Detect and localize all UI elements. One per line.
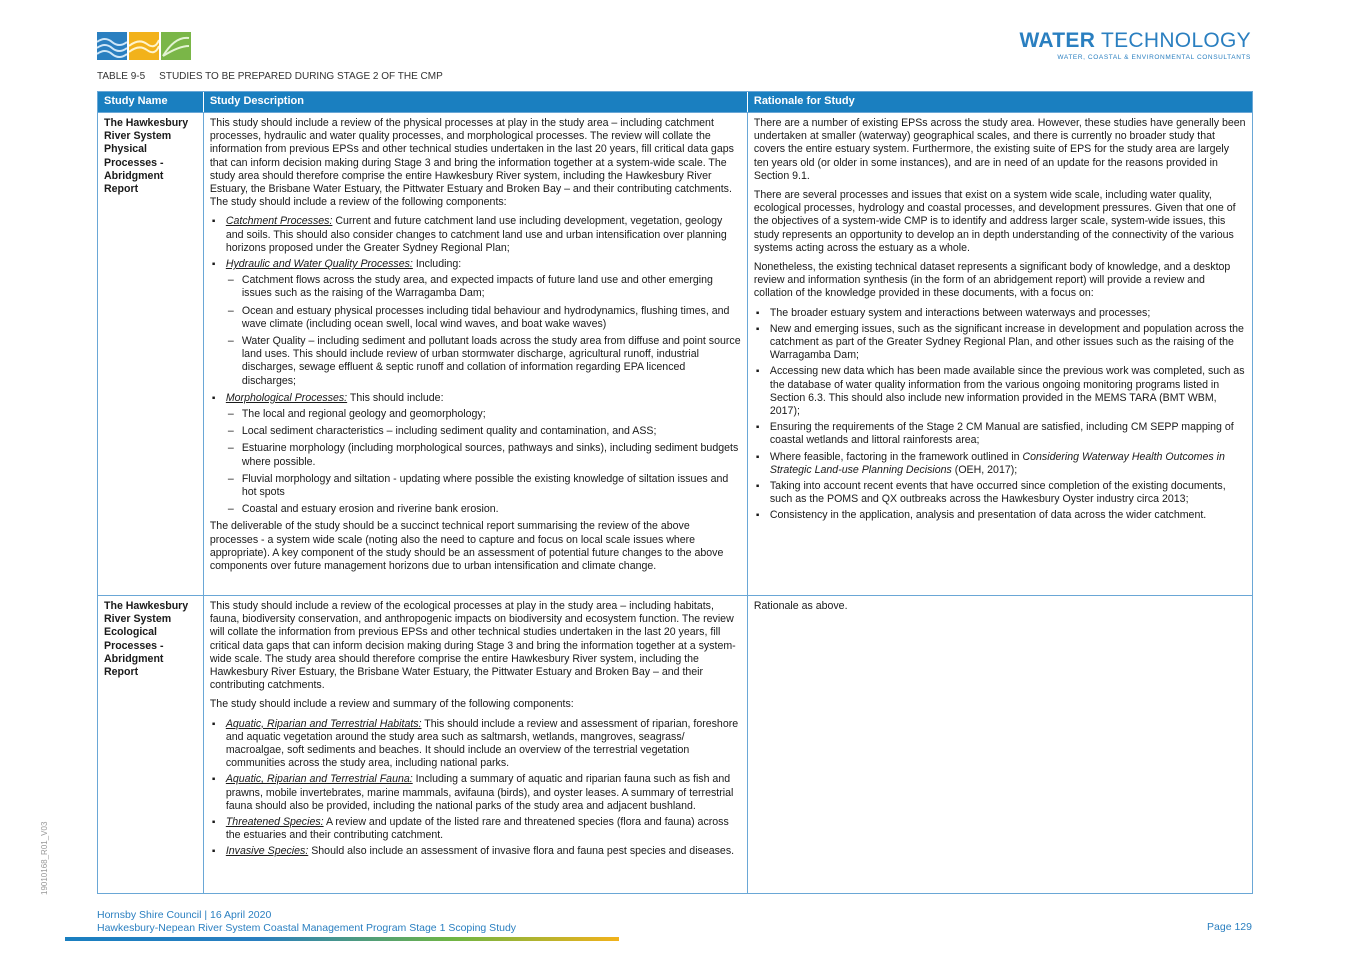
- description-paragraph: The study should include a review and su…: [209, 698, 574, 711]
- study-description-cell: This study should include a review of th…: [204, 113, 748, 595]
- studies-table: Study Name Study Description Rationale f…: [97, 91, 1253, 894]
- list-item: Fluvial morphology and siltation - updat…: [226, 473, 741, 499]
- rationale-paragraph: Rationale as above.: [753, 600, 848, 612]
- table-number: TABLE 9-5: [97, 71, 146, 82]
- brand-tagline: WATER, COASTAL & ENVIRONMENTAL CONSULTAN…: [1057, 54, 1251, 61]
- table-row: The Hawkesbury River System Ecological P…: [98, 595, 1252, 893]
- sub-list: The local and regional geology and geomo…: [226, 408, 741, 517]
- description-intro: This study should include a review of th…: [209, 117, 734, 209]
- list-item: Invasive Species: Should also include an…: [210, 845, 741, 858]
- list-item: Catchment Processes: Current and future …: [210, 215, 741, 255]
- rationale-list: The broader estuary system and interacti…: [754, 307, 1246, 523]
- list-item: Accessing new data which has been made a…: [754, 365, 1246, 418]
- list-item: Local sediment characteristics – includi…: [226, 425, 741, 438]
- header-study-description: Study Description: [204, 92, 748, 112]
- list-item: The broader estuary system and interacti…: [754, 307, 1246, 320]
- footer: Hornsby Shire Council | 16 April 2020 Ha…: [97, 909, 516, 934]
- coastal-wave-icon: [129, 32, 159, 60]
- list-item: Consistency in the application, analysis…: [754, 509, 1246, 522]
- header-study-name: Study Name: [98, 92, 204, 112]
- list-item: Threatened Species: A review and update …: [210, 816, 741, 842]
- list-item: Water Quality – including sediment and p…: [226, 335, 741, 388]
- description-outro: The deliverable of the study should be a…: [209, 520, 724, 573]
- components-list: Catchment Processes: Current and future …: [210, 215, 741, 516]
- study-name-cell: The Hawkesbury River System Ecological P…: [98, 596, 204, 893]
- rationale-paragraph: Nonetheless, the existing technical data…: [753, 261, 1231, 300]
- list-item: Where feasible, factoring in the framewo…: [754, 451, 1246, 477]
- water-wave-icon: [97, 32, 127, 60]
- footer-project-title: Hawkesbury-Nepean River System Coastal M…: [97, 921, 517, 934]
- rationale-cell: Rationale as above.: [748, 596, 1252, 893]
- list-item: Taking into account recent events that h…: [754, 480, 1246, 506]
- table-header: Study Name Study Description Rationale f…: [98, 92, 1252, 112]
- rationale-paragraph: There are several processes and issues t…: [753, 189, 1236, 254]
- list-item: Aquatic, Riparian and Terrestrial Fauna:…: [210, 773, 741, 813]
- brand-logo: WATER TECHNOLOGY WATER, COASTAL & ENVIRO…: [1019, 29, 1251, 62]
- list-item: New and emerging issues, such as the sig…: [754, 323, 1246, 363]
- document-id: 19010168_R01_V03: [40, 821, 49, 895]
- brand-name: WATER TECHNOLOGY: [1019, 29, 1251, 52]
- list-item: Hydraulic and Water Quality Processes: I…: [210, 258, 741, 388]
- list-item: Ensuring the requirements of the Stage 2…: [754, 421, 1246, 447]
- description-intro: This study should include a review of th…: [209, 600, 736, 692]
- table-row: The Hawkesbury River System Physical Pro…: [98, 112, 1252, 595]
- table-title: TABLE 9-5 STUDIES TO BE PREPARED DURING S…: [97, 71, 457, 82]
- table-caption: STUDIES TO BE PREPARED DURING STAGE 2 OF…: [159, 71, 443, 82]
- page-number: Page 129: [1207, 921, 1252, 933]
- list-item: Catchment flows across the study area, a…: [226, 274, 741, 300]
- rationale-cell: There are a number of existing EPSs acro…: [748, 113, 1252, 595]
- list-item: Ocean and estuary physical processes inc…: [226, 305, 741, 331]
- list-item: The local and regional geology and geomo…: [226, 408, 741, 421]
- sub-list: Catchment flows across the study area, a…: [226, 274, 741, 388]
- rationale-paragraph: There are a number of existing EPSs acro…: [753, 117, 1246, 182]
- environment-leaf-icon: [161, 32, 191, 60]
- header-rationale: Rationale for Study: [753, 95, 855, 107]
- study-name-cell: The Hawkesbury River System Physical Pro…: [98, 113, 204, 595]
- footer-client-date: Hornsby Shire Council | 16 April 2020: [97, 909, 272, 921]
- list-item: Morphological Processes: This should inc…: [210, 392, 741, 517]
- study-description-cell: This study should include a review of th…: [204, 596, 748, 893]
- components-list: Aquatic, Riparian and Terrestrial Habita…: [210, 718, 741, 859]
- footer-gradient-bar: [65, 937, 619, 941]
- logo-tiles: [97, 32, 191, 60]
- list-item: Estuarine morphology (including morpholo…: [226, 442, 741, 468]
- list-item: Coastal and estuary erosion and riverine…: [226, 503, 741, 516]
- list-item: Aquatic, Riparian and Terrestrial Habita…: [210, 718, 741, 771]
